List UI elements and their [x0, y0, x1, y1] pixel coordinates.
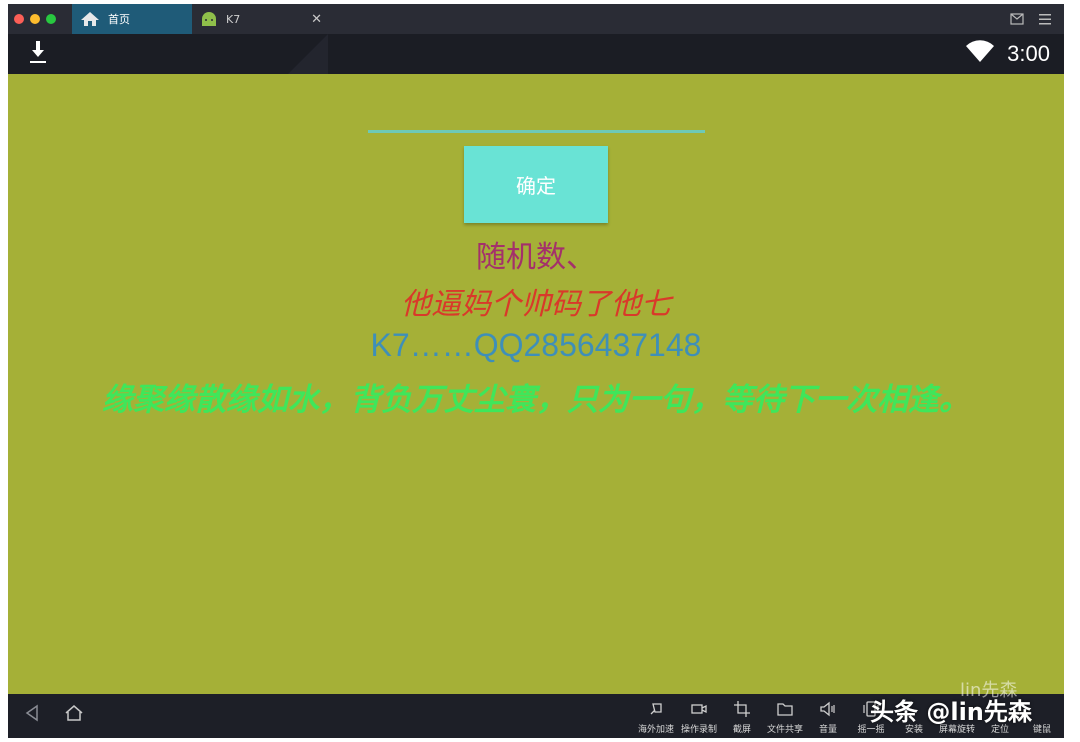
- tool-file-share[interactable]: 文件共享: [763, 700, 807, 735]
- tab-k7-label: K7: [226, 12, 241, 26]
- wifi-icon: [965, 40, 995, 68]
- minimize-window-button[interactable]: [30, 14, 40, 24]
- android-status-bar: 3:00: [8, 34, 1064, 74]
- home-nav-icon[interactable]: [64, 704, 84, 726]
- menu-icon[interactable]: [1038, 10, 1052, 29]
- download-icon: [28, 39, 48, 69]
- tool-volume[interactable]: 音量: [806, 700, 850, 735]
- video-icon: [677, 700, 721, 720]
- mail-icon[interactable]: [1010, 10, 1024, 29]
- tab-close-icon[interactable]: ✕: [311, 12, 322, 27]
- random-number-label: 随机数、: [476, 240, 596, 275]
- android-icon: [200, 11, 218, 27]
- red-italic-text: 他逼妈个帅码了他七: [401, 287, 671, 322]
- tab-home-label: 首页: [108, 13, 130, 26]
- qq-contact-text: K7……QQ2856437148: [370, 327, 702, 363]
- green-quote-text: 缘聚缘散缘如水，背负万丈尘寰，只为一句，等待下一次相逢。: [102, 382, 970, 418]
- status-left-area: [8, 34, 328, 74]
- status-right-area: 3:00: [965, 40, 1050, 68]
- folder-icon: [763, 700, 807, 720]
- tool-screenshot[interactable]: 截屏: [720, 700, 764, 735]
- confirm-button[interactable]: 确定: [464, 146, 608, 223]
- window-controls: [14, 14, 72, 24]
- tabbar-right-controls: [1010, 10, 1052, 29]
- tool-overseas-accel[interactable]: 海外加速: [634, 700, 678, 735]
- home-icon: [80, 11, 100, 27]
- crop-icon: [720, 700, 764, 720]
- volume-icon: [806, 700, 850, 720]
- close-window-button[interactable]: [14, 14, 24, 24]
- watermark: 头条 @lin先森: [870, 698, 1032, 726]
- tool-record[interactable]: 操作录制: [677, 700, 721, 735]
- maximize-window-button[interactable]: [46, 14, 56, 24]
- tab-bar: 首页 K7 ✕: [8, 4, 1064, 34]
- tab-k7[interactable]: K7 ✕: [192, 4, 322, 34]
- status-bar-shading: [288, 34, 328, 74]
- text-input-underline[interactable]: [368, 130, 705, 133]
- rocket-icon: [634, 700, 678, 720]
- clock: 3:00: [1007, 41, 1050, 66]
- emulator-window: 首页 K7 ✕ 3:00 确定 随机数、 他逼妈个帅码了他七 K7……QQ285…: [8, 4, 1064, 738]
- tab-home[interactable]: 首页: [72, 4, 192, 34]
- app-content: 确定 随机数、 他逼妈个帅码了他七 K7……QQ2856437148 缘聚缘散缘…: [8, 74, 1064, 694]
- back-icon[interactable]: [24, 704, 40, 726]
